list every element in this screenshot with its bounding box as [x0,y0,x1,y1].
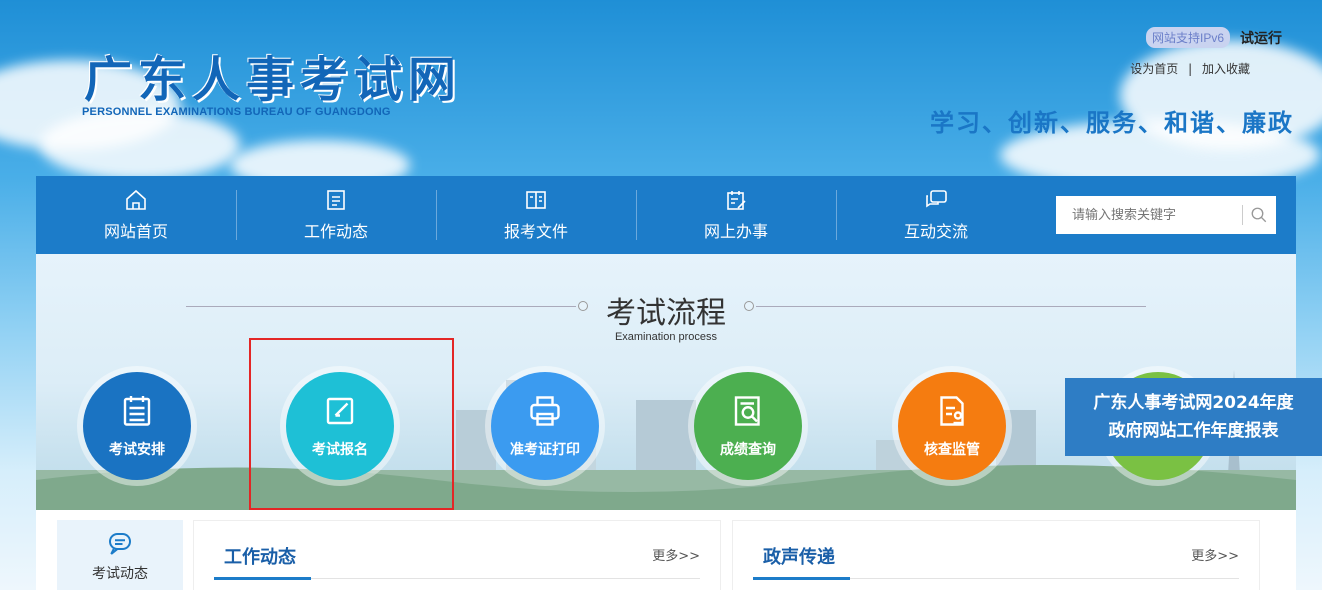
search-button[interactable] [1243,206,1276,224]
step-label: 准考证打印 [510,442,580,458]
column-underline [753,577,850,580]
column-title: 工作动态 [224,547,296,568]
nav-item-exam-files[interactable]: 报考文件 [436,176,636,254]
step-admission-ticket-print[interactable]: 准考证打印 [491,372,599,480]
nav-label: 互动交流 [903,222,968,241]
supervision-icon [940,396,964,426]
column-underline [214,577,311,580]
step-label: 成绩查询 [720,442,776,458]
step-label: 核查监管 [924,442,980,458]
annual-report-banner[interactable]: 广东人事考试网2024年度 政府网站工作年度报表 [1065,378,1322,456]
government-news-column: 政声传递 更多>> [732,520,1260,590]
process-subtitle: Examination process [614,331,718,343]
schedule-icon [123,396,151,426]
search-icon [1251,207,1267,223]
nav-item-online-services[interactable]: 网上办事 [636,176,836,254]
slogan: 学习、创新、服务、和谐、廉政 [930,109,1294,137]
step-score-query[interactable]: 成绩查询 [694,372,802,480]
nav-item-work-news[interactable]: 工作动态 [236,176,436,254]
side-tab-label: 考试动态 [92,566,148,582]
site-title: 广东人事考试网 [84,52,463,108]
nav-item-home[interactable]: 网站首页 [36,176,236,254]
nav-item-interaction[interactable]: 互动交流 [836,176,1036,254]
site-subtitle: PERSONNEL EXAMINATIONS BUREAU OF GUANGDO… [82,106,391,118]
step-verification-supervision[interactable]: 核查监管 [898,372,1006,480]
side-tab-exam-news[interactable]: 考试动态 [57,520,183,590]
step-label: 考试安排 [109,442,165,458]
message-icon [109,533,131,555]
link-separator: | [1188,62,1193,76]
nav-label: 网上办事 [703,222,768,241]
more-link[interactable]: 更多>> [652,545,700,564]
calendar-edit-icon [727,191,746,210]
nav-label: 网站首页 [103,222,168,241]
work-news-column: 工作动态 更多>> [193,520,721,590]
search-box [1056,196,1276,234]
column-title: 政声传递 [763,547,835,568]
top-links: 设为首页 | 加入收藏 [1130,60,1250,77]
report-line-1: 广东人事考试网2024年度 [1093,393,1294,413]
set-home-link[interactable]: 设为首页 [1130,62,1178,76]
book-icon [526,191,546,209]
search-document-icon [734,396,760,426]
content-section: 考试动态 工作动态 更多>> 政声传递 更多>> [36,510,1296,590]
add-favorite-link[interactable]: 加入收藏 [1202,62,1250,76]
trial-label: 试运行 [1240,31,1282,47]
highlight-box [249,338,454,510]
cloud-decoration [40,110,240,180]
search-input[interactable] [1056,196,1242,234]
nav-label: 工作动态 [303,222,368,241]
home-icon [126,189,146,210]
printer-icon [530,396,560,426]
more-link[interactable]: 更多>> [1191,545,1239,564]
report-line-2: 政府网站工作年度报表 [1108,421,1279,441]
ipv6-badge: 网站支持IPv6 [1145,27,1230,48]
chat-icon [926,190,947,208]
step-exam-schedule[interactable]: 考试安排 [83,372,191,480]
process-title: 考试流程 [606,296,726,331]
document-icon [327,190,345,210]
main-nav: 网站首页 工作动态 报考文件 网上办事 互动交流 [36,176,1296,254]
nav-label: 报考文件 [503,222,568,241]
